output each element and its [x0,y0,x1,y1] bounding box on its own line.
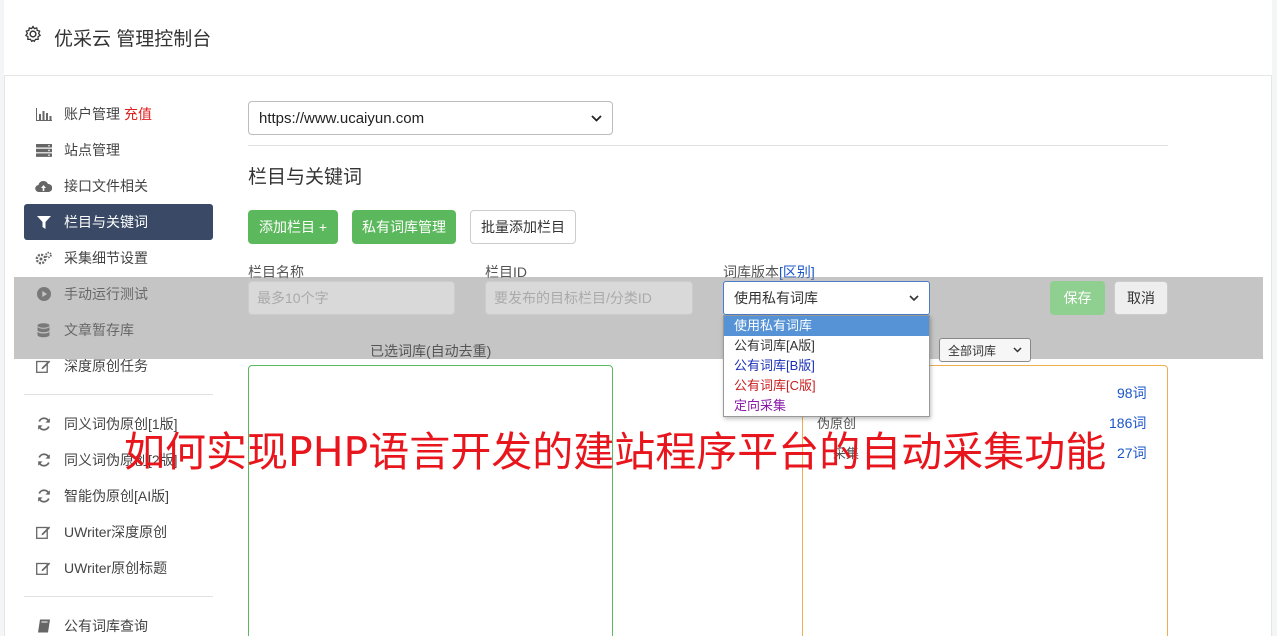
chevron-down-icon [909,295,919,301]
recharge-link[interactable]: 充值 [124,104,152,124]
dropdown-option[interactable]: 公有词库[C版] [724,376,929,396]
bar-chart-icon [35,107,52,121]
sidebar-item-account[interactable]: 账户管理 充值 [24,96,213,132]
sidebar-item-label: 接口文件相关 [64,178,148,194]
selected-libs-box [248,365,613,636]
sidebar-item-label: 采集细节设置 [64,250,148,266]
divider [248,145,1168,146]
sidebar-item-label: UWriter原创标题 [64,560,168,576]
dropdown-option[interactable]: 公有词库[A版] [724,336,929,356]
gear-icon [25,25,41,43]
lib-filter-select[interactable]: 全部词库 [939,338,1031,362]
server-icon [35,143,52,157]
sidebar: 账户管理 充值 站点管理 接口文件相关 栏目与关键词 采集细节设置 手动运行测试… [24,96,213,636]
edit-icon [35,359,52,373]
refresh-icon [35,453,52,467]
chevron-down-icon [591,114,602,122]
section-title: 栏目与关键词 [248,167,363,188]
sidebar-item-sites[interactable]: 站点管理 [24,132,213,168]
dropdown-option[interactable]: 定向采集 [724,396,929,416]
edit-icon [35,561,52,575]
sidebar-divider [24,394,213,395]
sidebar-item-label: 公有词库查询 [64,618,148,634]
app-title: 优采云 管理控制台 [54,29,212,50]
sidebar-item-uwriter-original[interactable]: UWriter深度原创 [24,514,213,550]
sidebar-item-label: 站点管理 [64,142,120,158]
selected-libs-label: 已选词库(自动去重) [370,343,492,359]
sidebar-item-label: 深度原创任务 [64,358,148,374]
sidebar-item-uwriter-title[interactable]: UWriter原创标题 [24,550,213,586]
lib-version-value: 使用私有词库 [734,290,818,306]
lib-version-select[interactable]: 使用私有词库 [723,281,930,315]
sidebar-item-label: 栏目与关键词 [64,214,148,230]
lib-version-dropdown: 使用私有词库 公有词库[A版] 公有词库[B版] 公有词库[C版] 定向采集 [723,315,930,417]
gears-icon [35,251,52,265]
lib-count[interactable]: 186词 [1109,413,1146,433]
book-icon [35,619,52,633]
save-button[interactable]: 保存 [1050,281,1105,315]
sidebar-divider [24,596,213,597]
refresh-icon [35,489,52,503]
sidebar-item-columns-keywords[interactable]: 栏目与关键词 [24,204,213,240]
top-bar: 优采云 管理控制台 [4,0,1272,76]
overlay-caption: 如何实现PHP语言开发的建站程序平台的自动采集功能 [124,428,1107,476]
sidebar-item-collect-settings[interactable]: 采集细节设置 [24,240,213,276]
add-column-button[interactable]: 添加栏目 + [248,210,338,244]
private-lib-button[interactable]: 私有词库管理 [352,210,456,244]
refresh-icon [35,417,52,431]
site-select[interactable]: https://www.ucaiyun.com [248,101,613,135]
column-name-input[interactable]: 最多10个字 [248,281,455,315]
lib-filter-value: 全部词库 [948,343,997,358]
sidebar-item-interface-files[interactable]: 接口文件相关 [24,168,213,204]
cancel-button[interactable]: 取消 [1114,281,1168,315]
lib-count[interactable]: 27词 [1117,443,1147,463]
sidebar-item-label: 智能伪原创[AI版] [64,488,170,504]
sidebar-item-label: 账户管理 [64,106,120,122]
sidebar-item-label: UWriter深度原创 [64,524,168,540]
lib-count[interactable]: 98词 [1117,383,1147,403]
edit-icon [35,525,52,539]
dropdown-option[interactable]: 公有词库[B版] [724,356,929,376]
site-select-value: https://www.ucaiyun.com [259,109,425,127]
dropdown-option[interactable]: 使用私有词库 [724,316,929,336]
chevron-down-icon [1013,347,1022,353]
batch-add-button[interactable]: 批量添加栏目 [470,210,576,244]
cloud-upload-icon [35,179,52,193]
sidebar-item-ai-rewrite[interactable]: 智能伪原创[AI版] [24,478,213,514]
column-id-input[interactable]: 要发布的目标栏目/分类ID [485,281,693,315]
filter-icon [35,215,52,229]
sidebar-item-public-lib-query[interactable]: 公有词库查询 [24,608,213,636]
